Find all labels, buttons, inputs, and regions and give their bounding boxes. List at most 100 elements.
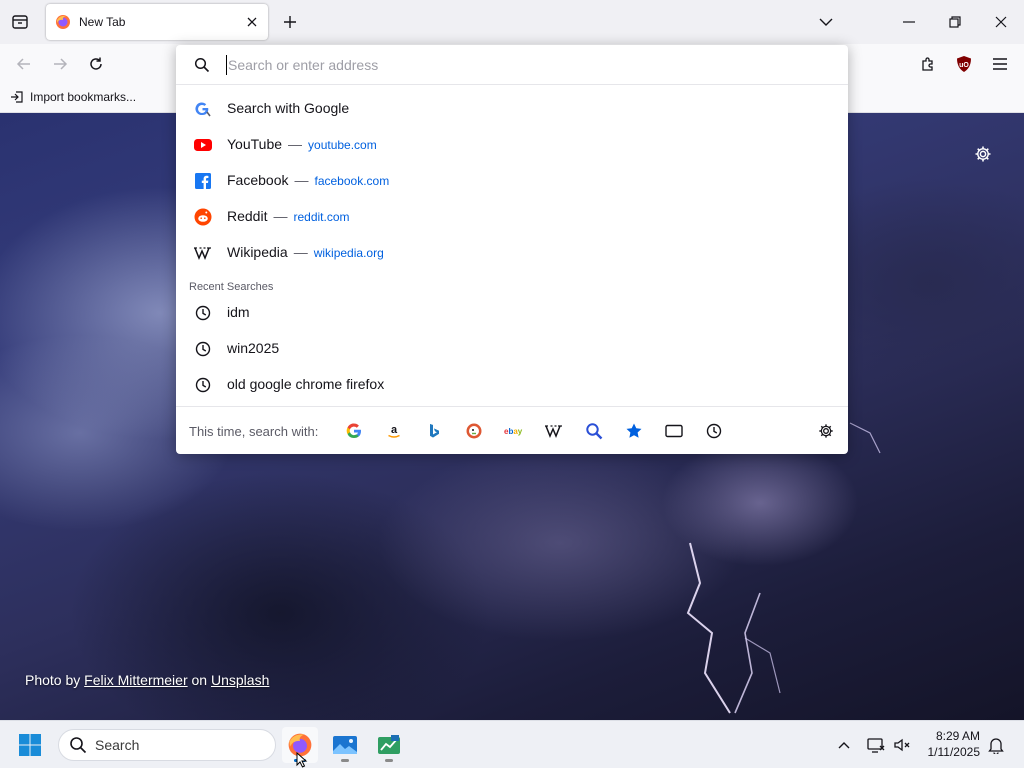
clock-icon xyxy=(194,376,212,394)
credit-prefix: Photo by xyxy=(25,672,81,688)
arrow-right-icon xyxy=(54,58,68,70)
engine-wikipedia-button[interactable] xyxy=(542,419,566,443)
suggestion-wikipedia[interactable]: Wikipedia — wikipedia.org xyxy=(176,234,848,270)
magnifier-icon xyxy=(586,423,603,440)
one-off-label: This time, search with: xyxy=(189,424,319,439)
urlbar-popup: Search with Google YouTube — youtube.com F… xyxy=(176,45,848,454)
ublock-origin-button[interactable]: uO xyxy=(952,52,976,76)
reload-button[interactable] xyxy=(84,52,108,76)
suggestion-url: wikipedia.org xyxy=(313,246,384,260)
tab-strip: New Tab xyxy=(0,0,1024,44)
credit-on: on xyxy=(191,672,208,688)
taskbar-app-2[interactable] xyxy=(327,727,363,763)
bell-icon xyxy=(988,738,1004,754)
new-tab-settings-button[interactable] xyxy=(972,143,994,165)
urlbar-input-row xyxy=(176,45,848,85)
running-indicator xyxy=(341,759,349,762)
facebook-icon xyxy=(194,172,212,190)
window-restore-button[interactable] xyxy=(932,6,978,38)
engine-duckduckgo-button[interactable] xyxy=(462,419,486,443)
suggestion-url: youtube.com xyxy=(308,138,377,152)
suggestion-reddit[interactable]: Reddit — reddit.com xyxy=(176,198,848,234)
suggestion-facebook[interactable]: Facebook — facebook.com xyxy=(176,162,848,198)
window-minimize-button[interactable] xyxy=(886,6,932,38)
firefox-view-icon xyxy=(12,15,28,29)
taskbar-search-label: Search xyxy=(95,737,140,753)
google-icon xyxy=(194,100,212,118)
duckduckgo-icon xyxy=(466,423,482,439)
chevron-up-icon xyxy=(838,742,850,749)
clock-time: 8:29 AM xyxy=(935,729,980,743)
suggestion-separator: — xyxy=(288,136,303,152)
notifications-button[interactable] xyxy=(986,735,1006,755)
windows-taskbar: Search 8:29 AM 1/11/2025 xyxy=(0,720,1024,768)
close-icon xyxy=(247,17,257,27)
credit-site-link[interactable]: Unsplash xyxy=(211,672,269,688)
speaker-muted-icon xyxy=(894,738,910,752)
engine-search-button[interactable] xyxy=(582,419,606,443)
one-off-search-bar: This time, search with: a ebay xyxy=(176,406,848,454)
tab-title: New Tab xyxy=(79,15,126,29)
restore-icon xyxy=(949,16,961,28)
svg-text:uO: uO xyxy=(959,62,969,69)
volume-button[interactable] xyxy=(892,735,912,755)
chevron-down-icon xyxy=(819,18,833,26)
search-settings-button[interactable] xyxy=(815,420,837,442)
recent-search-item[interactable]: win2025 xyxy=(176,330,848,366)
recent-searches-heading: Recent Searches xyxy=(189,281,274,293)
search-history-button[interactable] xyxy=(702,419,726,443)
svg-text:ebay: ebay xyxy=(504,427,523,436)
recent-search-label: win2025 xyxy=(227,340,280,356)
import-icon xyxy=(11,91,23,103)
suggestion-url: reddit.com xyxy=(293,210,350,224)
engine-google-button[interactable] xyxy=(342,419,366,443)
suggestion-url: facebook.com xyxy=(314,174,390,188)
recent-search-item[interactable]: old google chrome firefox xyxy=(176,366,848,402)
running-indicator xyxy=(385,759,393,762)
extensions-button[interactable] xyxy=(916,52,940,76)
list-all-tabs-button[interactable] xyxy=(814,10,838,34)
forward-button[interactable] xyxy=(48,52,72,76)
chart-app-icon xyxy=(378,735,400,754)
firefox-view-button[interactable] xyxy=(8,10,32,34)
taskbar-app-3[interactable] xyxy=(371,727,407,763)
clock-icon xyxy=(194,340,212,358)
show-hidden-icons-button[interactable] xyxy=(834,735,854,755)
suggestion-search-google[interactable]: Search with Google xyxy=(176,90,848,126)
new-tab-button[interactable] xyxy=(278,10,302,34)
taskbar-clock[interactable]: 8:29 AM 1/11/2025 xyxy=(918,728,981,760)
app-menu-button[interactable] xyxy=(988,52,1012,76)
ebay-icon: ebay xyxy=(504,427,523,436)
reddit-icon xyxy=(194,208,212,226)
close-icon xyxy=(995,16,1007,28)
import-bookmarks-button[interactable]: Import bookmarks... xyxy=(10,90,136,104)
mouse-cursor-icon xyxy=(296,752,308,768)
import-bookmarks-label: Import bookmarks... xyxy=(30,90,137,104)
network-status-button[interactable] xyxy=(866,735,886,755)
window-close-button[interactable] xyxy=(978,6,1024,38)
back-button[interactable] xyxy=(12,52,36,76)
suggestion-label: YouTube xyxy=(227,136,283,152)
tab-new-tab[interactable]: New Tab xyxy=(46,4,268,40)
tab-icon xyxy=(665,424,683,438)
engine-amazon-button[interactable]: a xyxy=(382,419,406,443)
urlbar-input[interactable] xyxy=(226,55,826,75)
engine-ebay-button[interactable]: ebay xyxy=(502,419,526,443)
suggestion-separator: — xyxy=(273,208,288,224)
clock-icon xyxy=(194,304,212,322)
search-tabs-button[interactable] xyxy=(662,419,686,443)
wikipedia-icon xyxy=(194,244,212,262)
tab-close-button[interactable] xyxy=(240,10,264,34)
credit-author-link[interactable]: Felix Mittermeier xyxy=(84,672,187,688)
star-icon xyxy=(626,423,642,438)
engine-bing-button[interactable] xyxy=(422,419,446,443)
suggestion-label: Wikipedia xyxy=(227,244,288,260)
suggestion-youtube[interactable]: YouTube — youtube.com xyxy=(176,126,848,162)
photo-credit: Photo by Felix Mittermeier on Unsplash xyxy=(25,672,269,688)
recent-search-item[interactable]: idm xyxy=(176,294,848,330)
bing-icon xyxy=(430,424,439,438)
taskbar-search-box[interactable]: Search xyxy=(58,729,276,761)
search-bookmarks-button[interactable] xyxy=(622,419,646,443)
start-button[interactable] xyxy=(16,731,44,759)
recent-search-label: idm xyxy=(227,304,250,320)
